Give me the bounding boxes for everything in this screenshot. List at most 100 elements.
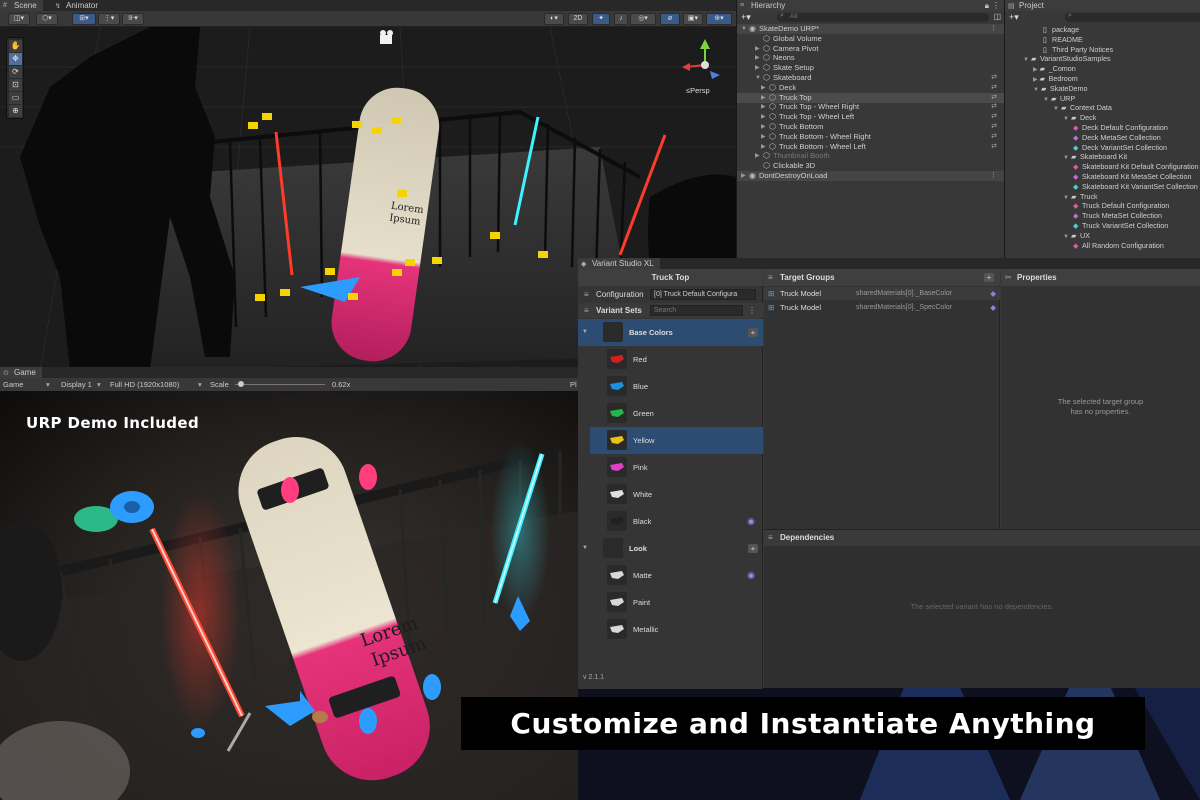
variant-item[interactable]: Paint [590, 589, 763, 616]
project-expand-arrow-icon[interactable]: ▼ [1063, 195, 1069, 201]
persp-label[interactable]: ≤Persp [686, 86, 710, 95]
add-variant-button[interactable]: + [748, 544, 758, 553]
eye-icon[interactable]: ◉ [747, 562, 755, 589]
project-row[interactable]: ▶ ▰ Bedroom [1033, 74, 1078, 84]
hierarchy-row[interactable]: ▶ ⬡ Deck ⇄ [737, 83, 1005, 93]
project-row[interactable]: ▼ ▰ Skateboard Kit [1063, 152, 1127, 162]
lock-icon[interactable]: 🔒︎ [985, 1, 989, 11]
draw-mode-dropdown[interactable]: ◫▾ [8, 13, 30, 25]
hierarchy-row[interactable]: ▶ ⬡ Skate Setup [737, 63, 1005, 73]
project-row[interactable]: ◆ Skateboard Kit VariantSet Collection [1073, 182, 1198, 192]
project-expand-arrow-icon[interactable]: ▼ [1033, 87, 1039, 93]
collapse-arrow-icon[interactable]: ▶ [761, 132, 766, 142]
scale-slider-handle[interactable] [237, 381, 244, 387]
snap-increment-button[interactable]: ⋮▾ [98, 13, 120, 25]
project-expand-arrow-icon[interactable]: ▶ [1033, 67, 1038, 73]
project-row[interactable]: ▼ ▰ SkateDemo [1033, 84, 1088, 94]
hierarchy-row[interactable]: ▶ ⬡ Truck Bottom - Wheel Right ⇄ [737, 132, 1005, 142]
target-group-row[interactable]: ⊞ Truck Model sharedMaterials[0]._BaseColo… [764, 287, 1000, 300]
project-expand-arrow-icon[interactable]: ▼ [1063, 116, 1069, 122]
scene-menu-icon[interactable]: ⋮ [990, 24, 997, 34]
project-row[interactable]: ◆ All Random Configuration [1073, 241, 1164, 251]
tab-hierarchy[interactable]: ≡ Hierarchy [737, 0, 1005, 11]
tab-variant-studio[interactable]: ◆ Variant Studio XL [578, 258, 660, 269]
collapse-arrow-icon[interactable]: ▶ [761, 93, 766, 103]
variant-item[interactable]: Yellow [590, 427, 763, 454]
display-dropdown[interactable]: Display 1 [61, 378, 92, 391]
scene-menu-icon[interactable]: ⋮ [990, 171, 997, 181]
tab-project[interactable]: ▤ Project [1005, 0, 1200, 11]
hierarchy-search-input[interactable]: ⌕ All [777, 12, 989, 22]
variant-item[interactable]: Pink [590, 454, 763, 481]
expand-arrow-icon[interactable]: ▼ [755, 73, 761, 83]
hierarchy-row[interactable]: ▶ ⬡ Truck Bottom ⇄ [737, 122, 1005, 132]
hierarchy-row[interactable]: ▶ ⬡ Truck Top ⇄ [737, 92, 1005, 103]
variant-item[interactable]: Blue [590, 373, 763, 400]
project-row[interactable]: ▯ package [1043, 25, 1079, 35]
scene-visibility-icon[interactable]: ◫ [993, 12, 1001, 21]
variant-set-header[interactable]: ▼ Look + [578, 535, 763, 562]
variant-item[interactable]: White [590, 481, 763, 508]
tab-game[interactable]: ⊙ Game [0, 367, 42, 378]
toggle-2d-button[interactable]: 2D [568, 13, 588, 25]
project-row[interactable]: ▯ Third Party Notices [1043, 45, 1113, 55]
resolution-dropdown[interactable]: Full HD (1920x1080) [110, 378, 179, 391]
hierarchy-row[interactable]: ▶ ⬡ Truck Bottom - Wheel Left ⇄ [737, 142, 1005, 152]
hierarchy-row[interactable]: ▶ ⬡ Camera Pivot [737, 44, 1005, 54]
scale-slider-track[interactable] [235, 384, 325, 385]
hierarchy-row[interactable]: ⬡ Clickable 3D [737, 161, 1005, 171]
variant-item[interactable]: Green [590, 400, 763, 427]
hierarchy-row[interactable]: ▶ ⬡ Thumbnail Booth [737, 151, 1005, 161]
project-expand-arrow-icon[interactable]: ▼ [1043, 97, 1049, 103]
gizmos-dropdown[interactable]: ⊕▾ [706, 13, 732, 25]
hierarchy-row[interactable]: ⬡ Global Volume [737, 34, 1005, 44]
project-row[interactable]: ▼ ▰ VariantStudioSamples [1023, 54, 1111, 64]
set-expand-arrow-icon[interactable]: ▼ [582, 319, 588, 346]
project-row[interactable]: ▼ ▰ UX [1063, 231, 1090, 241]
move-tool-icon[interactable]: ✥ [9, 53, 22, 65]
collapse-arrow-icon[interactable]: ▶ [761, 112, 766, 122]
variant-item[interactable]: Metallic [590, 616, 763, 643]
project-row[interactable]: ▼ ▰ Context Data [1053, 103, 1112, 113]
add-variant-button[interactable]: + [748, 328, 758, 337]
more-options-icon[interactable]: ⋮ [992, 1, 1000, 10]
collapse-arrow-icon[interactable]: ▶ [761, 102, 766, 112]
expand-arrow-icon[interactable]: ▼ [741, 24, 747, 34]
project-row[interactable]: ◆ Deck VariantSet Collection [1073, 143, 1167, 153]
variant-item[interactable]: Matte ◉ [590, 562, 763, 589]
variant-set-header[interactable]: ▼ Base Colors + [578, 319, 763, 346]
project-row[interactable]: ◆ Deck MetaSet Collection [1073, 133, 1161, 143]
hidden-objects-icon[interactable]: ø [660, 13, 680, 25]
collapse-arrow-icon[interactable]: ▶ [741, 171, 746, 181]
add-target-group-button[interactable]: + [984, 273, 994, 282]
transform-tool-icon[interactable]: ⊕ [9, 105, 22, 117]
game-mode-dropdown[interactable]: Game [3, 378, 23, 391]
collapse-arrow-icon[interactable]: ▶ [755, 151, 760, 161]
camera-settings-icon[interactable]: ▣▾ [683, 13, 703, 25]
set-expand-arrow-icon[interactable]: ▼ [582, 535, 588, 562]
hierarchy-row[interactable]: ▶ ⬡ Truck Top - Wheel Right ⇄ [737, 102, 1005, 112]
variant-search-input[interactable]: Search [650, 305, 743, 316]
project-row[interactable]: ▼ ▰ Deck [1063, 113, 1096, 123]
project-expand-arrow-icon[interactable]: ▼ [1023, 57, 1029, 63]
hierarchy-row[interactable]: ▼ ◉ SkateDemo URP* ⋮ [737, 24, 1005, 34]
variant-sets-options-icon[interactable]: ⋮ [748, 303, 756, 318]
project-expand-arrow-icon[interactable]: ▶ [1033, 77, 1038, 83]
increment-dropdown[interactable]: ⊪▾ [122, 13, 144, 25]
collapse-arrow-icon[interactable]: ▶ [755, 53, 760, 63]
eye-icon[interactable]: ◉ [747, 508, 755, 535]
project-expand-arrow-icon[interactable]: ▼ [1053, 106, 1059, 112]
shading-mode-button[interactable]: ◐▾ [544, 13, 564, 25]
project-row[interactable]: ◆ Truck VariantSet Collection [1073, 221, 1168, 231]
rect-tool-icon[interactable]: ▭ [9, 92, 22, 104]
variant-item[interactable]: Red [590, 346, 763, 373]
collapse-arrow-icon[interactable]: ▶ [755, 63, 760, 73]
project-create-button[interactable]: +▾ [1009, 12, 1019, 23]
lighting-toggle-icon[interactable]: ✦ [592, 13, 610, 25]
hierarchy-row[interactable]: ▶ ⬡ Truck Top - Wheel Left ⇄ [737, 112, 1005, 122]
project-row[interactable]: ▯ README [1043, 35, 1083, 45]
hierarchy-row[interactable]: ▶ ◉ DontDestroyOnLoad ⋮ [737, 171, 1005, 181]
create-plus-button[interactable]: +▾ [741, 12, 751, 23]
collapse-arrow-icon[interactable]: ▶ [761, 142, 766, 152]
configuration-dropdown[interactable]: [0] Truck Default Configura [650, 289, 756, 300]
